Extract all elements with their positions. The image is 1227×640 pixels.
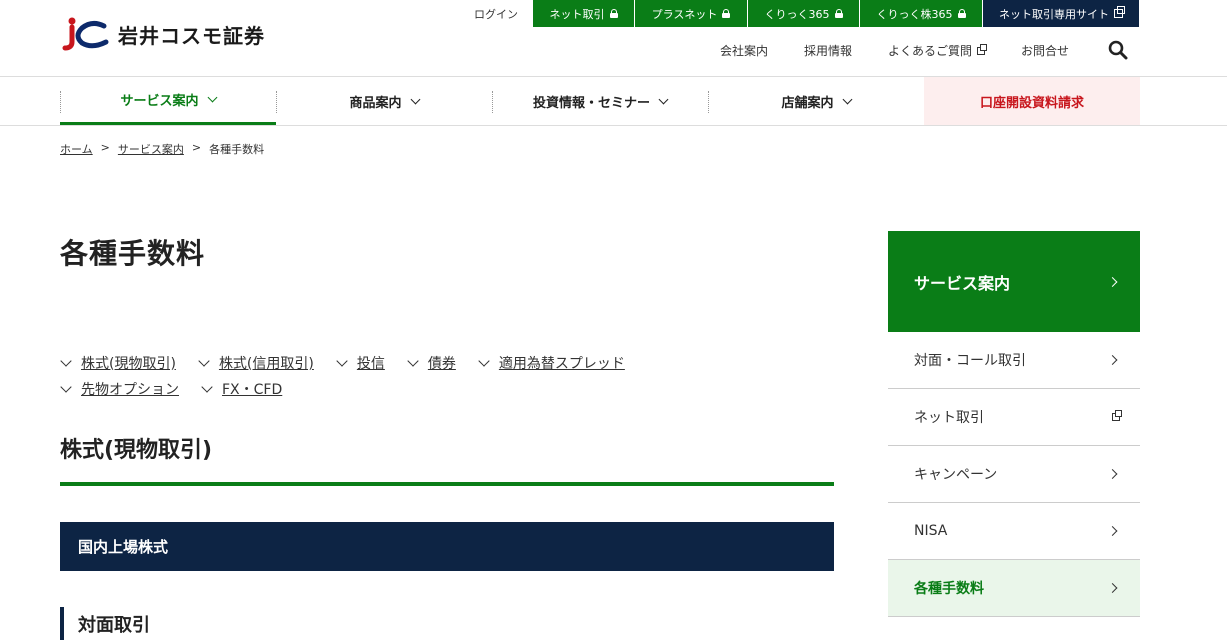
side-item-face-call[interactable]: 対面・コール取引 — [888, 332, 1140, 389]
plus-net-button[interactable]: プラスネット — [634, 0, 747, 27]
subsection-heading: 国内上場株式 — [60, 522, 834, 571]
section-heading: 株式(現物取引) — [60, 432, 834, 486]
net-trade-button[interactable]: ネット取引 — [532, 0, 634, 27]
lock-icon — [609, 9, 618, 18]
lock-icon — [722, 9, 731, 18]
click365-button[interactable]: くりっく365 — [747, 0, 859, 27]
gnav-service[interactable]: サービス案内 — [60, 77, 276, 125]
side-item-net-trade[interactable]: ネット取引 — [888, 389, 1140, 446]
chevron-down-icon — [407, 354, 419, 367]
anchor-fx-cfd[interactable]: FX・CFD — [201, 379, 282, 399]
breadcrumb-separator: > — [191, 141, 202, 154]
chevron-down-icon — [207, 92, 217, 103]
page-title: 各種手数料 — [60, 237, 206, 270]
site-header: 岩井コスモ証券 ログイン ネット取引 プラスネット くりっく365 くりっく株3… — [0, 0, 1227, 77]
chevron-down-icon — [842, 94, 852, 104]
breadcrumb-service[interactable]: サービス案内 — [118, 141, 184, 157]
global-nav: サービス案内 商品案内 投資情報・セミナー 店舗案内 口座開設資料請求 — [60, 77, 1140, 125]
chevron-right-icon — [1107, 526, 1118, 536]
chevron-right-icon — [1107, 355, 1118, 365]
anchor-links: 株式(現物取引) 株式(信用取引) 投信 債券 適用為替スプレッド 先物オプショ… — [60, 350, 760, 402]
net-trade-site-button[interactable]: ネット取引専用サイト — [982, 0, 1139, 27]
anchor-stock-margin[interactable]: 株式(信用取引) — [198, 353, 314, 373]
gnav-stores[interactable]: 店舗案内 — [708, 77, 924, 125]
side-item-campaign[interactable]: キャンペーン — [888, 446, 1140, 503]
site-logo[interactable]: 岩井コスモ証券 — [60, 16, 265, 52]
breadcrumb-current: 各種手数料 — [209, 143, 265, 156]
chevron-right-icon — [1107, 469, 1118, 479]
chevron-right-icon — [1107, 276, 1118, 287]
anchor-fx-spread[interactable]: 適用為替スプレッド — [478, 353, 625, 373]
breadcrumb: ホーム > サービス案内 > 各種手数料 — [60, 141, 264, 157]
logo-icon — [62, 17, 109, 51]
account-request-button[interactable]: 口座開設資料請求 — [924, 77, 1140, 125]
chevron-down-icon — [198, 354, 210, 367]
chevron-down-icon — [336, 354, 348, 367]
anchor-stock-cash[interactable]: 株式(現物取引) — [60, 353, 176, 373]
subsubsection-heading: 対面取引 — [60, 607, 150, 640]
side-item-nisa[interactable]: NISA — [888, 503, 1140, 560]
anchor-futures-options[interactable]: 先物オプション — [60, 379, 179, 399]
utility-links: 会社案内 採用情報 よくあるご質問 お問合せ — [720, 42, 1105, 59]
anchor-fund[interactable]: 投信 — [336, 353, 385, 373]
contact-link[interactable]: お問合せ — [1021, 42, 1069, 59]
chevron-down-icon — [201, 380, 213, 393]
logo-text: 岩井コスモ証券 — [118, 23, 265, 48]
chevron-down-icon — [60, 380, 72, 393]
company-link[interactable]: 会社案内 — [720, 42, 768, 59]
gnav-products[interactable]: 商品案内 — [276, 77, 492, 125]
external-link-icon — [1112, 410, 1122, 421]
chevron-down-icon — [60, 354, 72, 367]
search-icon[interactable] — [1108, 40, 1128, 60]
divider — [0, 125, 1227, 126]
click-kabu365-button[interactable]: くりっく株365 — [859, 0, 982, 27]
anchor-row: 株式(現物取引) 株式(信用取引) 投信 債券 適用為替スプレッド — [60, 350, 760, 376]
lock-icon — [957, 9, 966, 18]
lock-icon — [834, 9, 843, 18]
side-nav: サービス案内 対面・コール取引 ネット取引 キャンペーン NISA 各種手数料 — [888, 231, 1140, 617]
chevron-down-icon — [478, 354, 490, 367]
breadcrumb-separator: > — [100, 141, 110, 154]
top-links: ログイン ネット取引 プラスネット くりっく365 くりっく株365 ネット取引… — [460, 0, 1139, 27]
side-nav-head[interactable]: サービス案内 — [888, 231, 1140, 332]
login-link[interactable]: ログイン — [460, 0, 532, 27]
side-item-fees[interactable]: 各種手数料 — [888, 560, 1140, 617]
chevron-down-icon — [410, 94, 420, 104]
anchor-bond[interactable]: 債券 — [407, 353, 456, 373]
external-link-icon — [1114, 6, 1125, 18]
chevron-right-icon — [1107, 583, 1118, 593]
recruit-link[interactable]: 採用情報 — [804, 42, 852, 59]
anchor-row: 先物オプション FX・CFD — [60, 376, 760, 402]
chevron-down-icon — [658, 94, 669, 104]
breadcrumb-home[interactable]: ホーム — [60, 141, 93, 157]
faq-link[interactable]: よくあるご質問 — [888, 42, 988, 59]
external-link-icon — [977, 43, 988, 55]
gnav-info-seminar[interactable]: 投資情報・セミナー — [492, 77, 708, 125]
